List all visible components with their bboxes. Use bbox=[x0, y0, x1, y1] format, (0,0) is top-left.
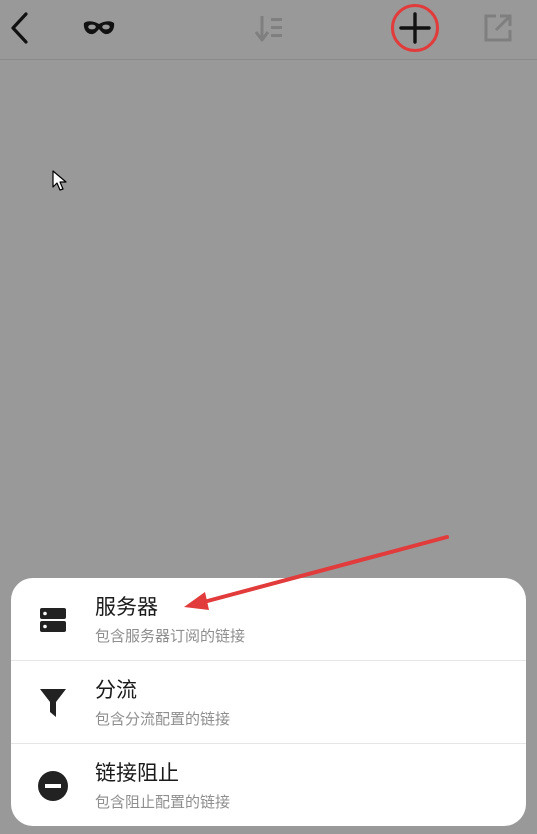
menu-item-title: 分流 bbox=[95, 678, 137, 702]
menu-item-title: 服务器 bbox=[95, 595, 158, 619]
menu-item-title: 链接阻止 bbox=[95, 761, 179, 785]
menu-item-subtitle: 包含分流配置的链接 bbox=[95, 710, 231, 728]
export-button[interactable] bbox=[474, 6, 522, 50]
sort-button[interactable] bbox=[245, 6, 293, 50]
menu-item-subtitle: 包含阻止配置的链接 bbox=[95, 793, 231, 811]
menu-item-routing[interactable]: 分流 包含分流配置的链接 bbox=[11, 660, 526, 742]
server-icon bbox=[35, 602, 71, 638]
plus-icon bbox=[399, 12, 431, 44]
back-button[interactable] bbox=[0, 6, 44, 50]
add-button[interactable] bbox=[391, 6, 439, 50]
menu-item-block[interactable]: 链接阻止 包含阻止配置的链接 bbox=[11, 743, 526, 825]
block-icon bbox=[35, 768, 71, 804]
toolbar bbox=[0, 0, 537, 60]
filter-icon bbox=[35, 685, 71, 721]
incognito-button[interactable] bbox=[75, 6, 123, 50]
menu-item-server[interactable]: 服务器 包含服务器订阅的链接 bbox=[11, 578, 526, 660]
open-external-icon bbox=[484, 14, 512, 42]
chevron-left-icon bbox=[11, 12, 28, 44]
mask-icon bbox=[83, 21, 115, 35]
add-link-menu-sheet: 服务器 包含服务器订阅的链接 分流 包含分流配置的链接 链接阻止 包含阻止配置的… bbox=[11, 578, 526, 826]
sort-icon bbox=[254, 16, 282, 42]
menu-item-subtitle: 包含服务器订阅的链接 bbox=[95, 627, 246, 645]
mouse-cursor-icon bbox=[52, 170, 67, 191]
screen: 服务器 包含服务器订阅的链接 分流 包含分流配置的链接 链接阻止 包含阻止配置的… bbox=[0, 0, 537, 834]
